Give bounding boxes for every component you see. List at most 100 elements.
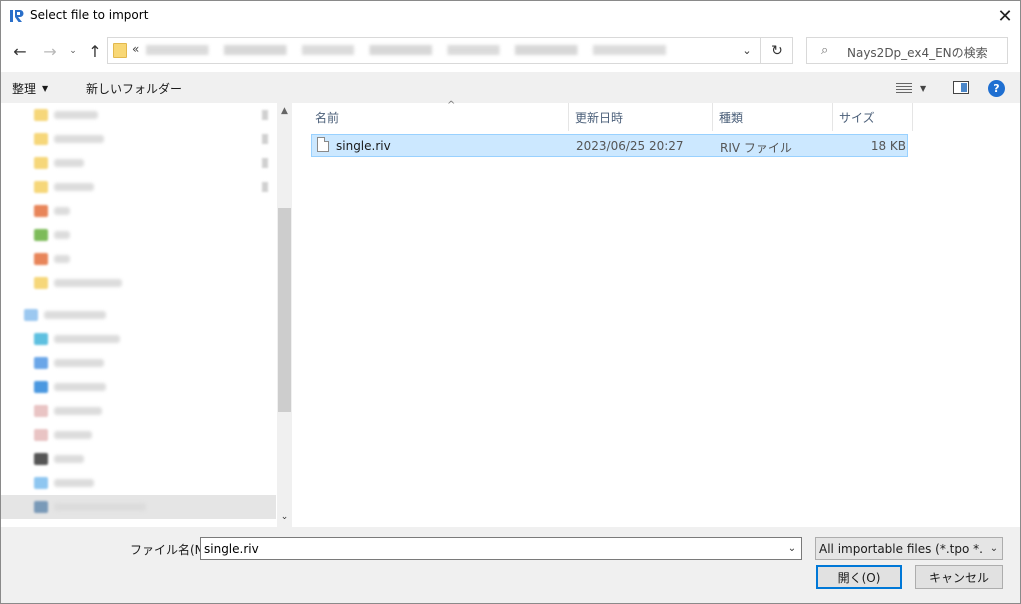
nav-item[interactable] xyxy=(0,471,276,495)
filter-value: All importable files (*.tpo *.csv * xyxy=(819,542,983,556)
nav-item[interactable] xyxy=(0,127,276,151)
filename-dropdown-button[interactable]: ⌄ xyxy=(785,540,799,557)
scroll-up-button[interactable]: ▲ xyxy=(277,103,292,119)
filename-input[interactable] xyxy=(204,542,774,556)
music-icon xyxy=(34,477,48,489)
organize-button[interactable]: 整理 ▼ xyxy=(12,78,48,98)
window-title: Select file to import xyxy=(30,8,149,22)
scroll-down-button[interactable]: ⌄ xyxy=(277,509,292,525)
nav-item[interactable] xyxy=(0,151,276,175)
up-arrow-icon: ↑ xyxy=(88,41,102,61)
folder-icon xyxy=(34,157,48,169)
filter-dropdown-button[interactable]: ⌄ xyxy=(986,540,1002,557)
refresh-button[interactable]: ↻ xyxy=(762,39,792,62)
nav-item[interactable] xyxy=(0,199,276,223)
address-path-blurred[interactable] xyxy=(146,45,666,55)
nav-item-label xyxy=(54,111,98,119)
search-icon: ⌕ xyxy=(821,43,829,58)
nav-item[interactable] xyxy=(0,247,276,271)
bottom-panel: ファイル名(N): ⌄ All importable files (*.tpo … xyxy=(0,527,1021,604)
file-name: single.riv xyxy=(336,139,391,153)
3d-objects-icon xyxy=(34,333,48,345)
preview-pane-button[interactable] xyxy=(953,81,969,94)
cloud-icon xyxy=(24,309,38,321)
pin-icon xyxy=(262,182,268,192)
app-icon xyxy=(34,205,48,217)
downloads-icon xyxy=(34,357,48,369)
file-type-filter-select[interactable]: All importable files (*.tpo *.csv * ⌄ xyxy=(815,537,1003,560)
column-header-size[interactable]: サイズ xyxy=(833,103,913,131)
address-bar[interactable]: « ⌄ ↻ xyxy=(107,37,793,64)
nav-item[interactable] xyxy=(0,103,276,127)
nav-scrollbar[interactable]: ▲ ⌄ xyxy=(277,103,292,527)
change-view-button[interactable]: ▼ xyxy=(896,78,936,98)
open-button[interactable]: 開く(O) xyxy=(816,565,902,589)
folder-icon xyxy=(113,43,127,58)
search-box[interactable]: ⌕ Nays2Dp_ex4_ENの検索 xyxy=(806,37,1008,64)
folder-icon xyxy=(34,133,48,145)
pin-icon xyxy=(262,158,268,168)
nav-item-label xyxy=(54,359,104,367)
nav-item-selected[interactable] xyxy=(0,495,276,519)
chevron-up-icon: ▲ xyxy=(281,106,288,116)
address-prefix-icon: « xyxy=(132,42,140,56)
file-icon xyxy=(317,137,329,152)
documents-icon xyxy=(34,405,48,417)
forward-button[interactable]: → xyxy=(40,40,60,62)
nav-item[interactable] xyxy=(0,175,276,199)
desktop-icon xyxy=(34,381,48,393)
file-row[interactable]: single.riv 2023/06/25 20:27 RIV ファイル 18 … xyxy=(311,134,908,157)
nav-item[interactable] xyxy=(0,423,276,447)
nav-item-label xyxy=(44,311,106,319)
chevron-down-icon: ⌄ xyxy=(69,46,77,56)
pin-icon xyxy=(262,134,268,144)
nav-item-label xyxy=(54,135,104,143)
help-button[interactable]: ? xyxy=(988,80,1005,97)
nav-item-label xyxy=(54,279,122,287)
nav-item[interactable] xyxy=(0,399,276,423)
file-list: 名前 ^ 更新日時 種類 サイズ single.riv 2023/06/25 2… xyxy=(296,100,1021,527)
address-divider xyxy=(760,38,761,63)
cancel-button[interactable]: キャンセル xyxy=(915,565,1003,589)
back-arrow-icon: ← xyxy=(13,41,27,61)
nav-item[interactable] xyxy=(0,303,276,327)
chevron-down-icon: ⌄ xyxy=(280,512,289,522)
address-dropdown-button[interactable]: ⌄ xyxy=(735,39,759,62)
chevron-down-icon: ⌄ xyxy=(989,543,999,554)
nav-item[interactable] xyxy=(0,271,276,295)
help-icon: ? xyxy=(993,82,1000,95)
nav-item[interactable] xyxy=(0,223,276,247)
recent-locations-button[interactable]: ⌄ xyxy=(66,40,80,62)
refresh-icon: ↻ xyxy=(771,42,783,59)
chevron-down-icon: ⌄ xyxy=(787,543,797,554)
nav-item[interactable] xyxy=(0,447,276,471)
videos-icon xyxy=(34,453,48,465)
search-placeholder: Nays2Dp_ex4_ENの検索 xyxy=(847,46,988,60)
column-header-date[interactable]: 更新日時 xyxy=(569,103,713,131)
iric-icon xyxy=(9,8,25,24)
dropdown-arrow-icon: ▼ xyxy=(920,83,927,93)
organize-label: 整理 xyxy=(12,81,37,96)
file-date: 2023/06/25 20:27 xyxy=(576,139,684,153)
nav-item-label xyxy=(54,159,84,167)
folder-icon xyxy=(34,181,48,193)
nav-item[interactable] xyxy=(0,327,276,351)
details-view-icon xyxy=(896,83,912,93)
back-button[interactable]: ← xyxy=(10,40,30,62)
file-size: 18 KB xyxy=(870,139,906,153)
chevron-down-icon: ⌄ xyxy=(742,44,752,57)
dropdown-arrow-icon: ▼ xyxy=(42,83,49,93)
nav-item-label xyxy=(54,335,120,343)
column-header-type[interactable]: 種類 xyxy=(713,103,833,131)
new-folder-button[interactable]: 新しいフォルダー xyxy=(86,78,182,98)
forward-arrow-icon: → xyxy=(43,41,57,61)
filename-combobox[interactable]: ⌄ xyxy=(200,537,802,560)
pin-icon xyxy=(262,110,268,120)
nav-item[interactable] xyxy=(0,375,276,399)
scroll-thumb[interactable] xyxy=(278,208,291,412)
column-header-name[interactable]: 名前 ^ xyxy=(309,100,569,131)
close-button[interactable]: ✕ xyxy=(990,2,1020,30)
nav-item[interactable] xyxy=(0,351,276,375)
up-folder-button[interactable]: ↑ xyxy=(86,40,104,62)
file-type: RIV ファイル xyxy=(720,141,792,155)
